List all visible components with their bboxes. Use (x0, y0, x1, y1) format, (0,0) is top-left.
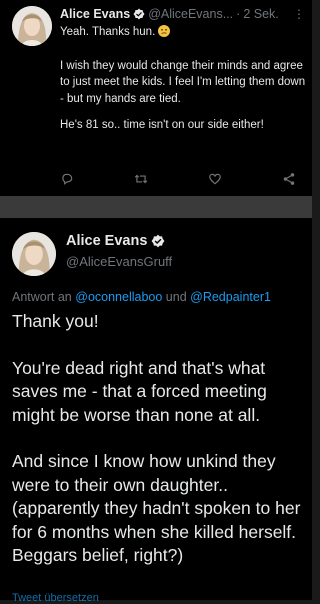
author-handle[interactable]: @AliceEvansGruff (66, 254, 172, 269)
tweet-text: Thank you! You're dead right and that's … (12, 310, 310, 591)
tweet-actions (60, 172, 296, 186)
tweet-header: Alice Evans @AliceEvans... · 2 Sek. ⋮ (60, 7, 305, 21)
translate-link[interactable]: Tweet übersetzen (12, 592, 99, 604)
tweet-card-2[interactable]: Alice Evans @AliceEvansGruff Antwort an … (0, 218, 312, 604)
timestamp[interactable]: 2 Sek. (243, 7, 278, 21)
tweet-text-line-1: Yeah. Thanks hun. (60, 26, 156, 38)
verified-badge-icon (133, 8, 145, 20)
confused-face-icon (158, 25, 171, 37)
tweet-text-paragraph-2: You're dead right and that's what saves … (12, 357, 267, 425)
tweet-text-paragraph-2: I wish they would change their minds and… (60, 59, 306, 105)
tweet-text: Yeah. Thanks hun. I wish they would chan… (60, 24, 308, 144)
like-icon[interactable] (208, 172, 222, 186)
tweet-text-paragraph-1: Thank you! (12, 311, 99, 331)
reply-context: Antwort an @oconnellaboo und @Redpainter… (12, 290, 308, 304)
reply-icon[interactable] (60, 172, 74, 186)
verified-badge-icon (151, 234, 165, 248)
reply-conjunction: und (165, 290, 187, 304)
author-handle[interactable]: @AliceEvans... (148, 7, 233, 21)
avatar[interactable] (12, 6, 52, 46)
avatar[interactable] (12, 232, 56, 276)
reply-prefix: Antwort an (12, 290, 72, 304)
mention-link[interactable]: @Redpainter1 (190, 290, 271, 304)
tweet-card-1[interactable]: Alice Evans @AliceEvans... · 2 Sek. ⋮ Ye… (0, 0, 312, 196)
author-name[interactable]: Alice Evans (60, 7, 130, 21)
author-name[interactable]: Alice Evans (66, 233, 147, 249)
author-name-row[interactable]: Alice Evans (66, 233, 168, 249)
separator-dot: · (236, 7, 241, 21)
more-options-icon[interactable]: ⋮ (293, 7, 305, 21)
share-icon[interactable] (282, 172, 296, 186)
tweet-text-paragraph-3: And since I know how unkind they were to… (12, 451, 301, 565)
retweet-icon[interactable] (134, 172, 148, 186)
divider (0, 196, 312, 218)
mention-link[interactable]: @oconnellaboo (75, 290, 162, 304)
tweet-text-paragraph-3: He's 81 so.. time isn't on our side eith… (60, 119, 264, 131)
